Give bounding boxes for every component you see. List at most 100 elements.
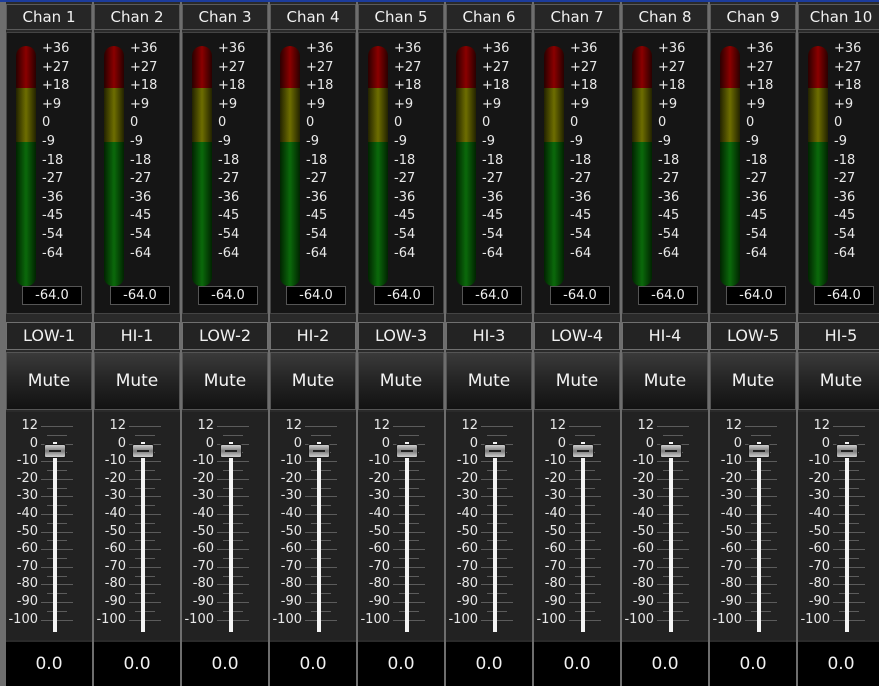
- band-label: LOW-1: [6, 322, 92, 350]
- mute-button[interactable]: Mute: [798, 352, 879, 410]
- fader-minor-tick: [399, 522, 419, 524]
- fader-knob[interactable]: [308, 444, 330, 458]
- fader-knob[interactable]: [220, 444, 242, 458]
- fader-minor-tick: [135, 505, 155, 507]
- meter-scale-label: -54: [658, 227, 680, 242]
- fader-minor-tick: [223, 558, 243, 559]
- fader-knob[interactable]: [572, 444, 594, 458]
- fader-tick: [129, 619, 161, 621]
- fader-minor-tick: [223, 610, 243, 612]
- meter-scale-label: -9: [658, 134, 671, 149]
- fader-scale-label: 0: [29, 435, 38, 451]
- fader-scale-label: -30: [280, 488, 302, 504]
- fader-minor-tick: [751, 593, 771, 595]
- meter-scale-label: +36: [130, 41, 158, 56]
- meter-scale-label: +27: [482, 59, 510, 75]
- fader-scale-label: -90: [720, 594, 742, 609]
- fader-tick: [657, 496, 689, 498]
- fader-tick: [129, 566, 161, 568]
- fader-tick: [393, 478, 425, 480]
- fader-scale-label: -80: [16, 576, 38, 592]
- fader-tick: [41, 531, 73, 533]
- meter-scale-label: +36: [42, 41, 70, 56]
- fader-minor-tick: [135, 593, 155, 595]
- fader-track[interactable]: [669, 442, 673, 632]
- meter-scale-label: -18: [482, 152, 504, 168]
- fader-knob[interactable]: [836, 444, 858, 458]
- fader-track[interactable]: [493, 442, 497, 632]
- band-label: HI-4: [622, 322, 708, 350]
- fader-minor-tick: [47, 505, 67, 507]
- meter-level-readout: -64.0: [550, 286, 610, 305]
- fader-tick: [41, 584, 73, 586]
- fader-track[interactable]: [229, 442, 233, 632]
- meter-scale-label: -45: [306, 208, 328, 224]
- mute-button[interactable]: Mute: [358, 352, 444, 410]
- fader-track[interactable]: [405, 442, 409, 632]
- meter-scale-label: -64: [42, 245, 64, 261]
- fader-knob[interactable]: [132, 444, 154, 458]
- fader-scale-label: -10: [192, 453, 214, 469]
- mute-button[interactable]: Mute: [182, 352, 268, 410]
- fader-track[interactable]: [141, 442, 145, 632]
- fader-tick: [393, 461, 425, 463]
- fader-track[interactable]: [845, 442, 849, 632]
- fader-scale-label: -70: [456, 558, 478, 574]
- mute-button[interactable]: Mute: [710, 352, 796, 410]
- fader-area: 12 0 -10 -20 -30 -40 -50 -60 -70 -80 -90 -100: [182, 412, 268, 640]
- fader-area: 12 0 -10 -20 -30 -40 -50 -60 -70 -80 -90 -100: [358, 412, 444, 640]
- mute-button[interactable]: Mute: [94, 352, 180, 410]
- fader-minor-tick: [663, 558, 683, 559]
- fader-minor-tick: [223, 540, 243, 542]
- fader-knob[interactable]: [44, 444, 66, 458]
- fader-track[interactable]: [581, 442, 585, 632]
- channel-strip: Chan 4 +36 +27 +18 +9 0 -9 -18 -27 -36 -45 -54 -64 -6…: [270, 2, 356, 686]
- fader-tick: [41, 514, 73, 515]
- fader-minor-tick: [47, 593, 67, 595]
- fader-knob[interactable]: [660, 444, 682, 458]
- fader-scale-label: -60: [456, 541, 478, 557]
- fader-scale-label: -20: [456, 470, 478, 486]
- fader-minor-tick: [663, 610, 683, 612]
- meter-scale-label: +9: [746, 96, 766, 112]
- fader-minor-tick: [311, 487, 331, 489]
- fader-minor-tick: [223, 575, 243, 577]
- fader-tick: [745, 514, 777, 515]
- meter-red-zone: [632, 46, 652, 88]
- channel-strip: Chan 3 +36 +27 +18 +9 0 -9 -18 -27 -36 -45 -54 -64 -6…: [182, 2, 268, 686]
- fader-track[interactable]: [317, 442, 321, 632]
- fader-scale-label: -20: [368, 470, 390, 486]
- fader-tick: [129, 584, 161, 586]
- fader-scale-label: 0: [293, 435, 302, 451]
- fader-tick: [745, 426, 777, 427]
- mute-button[interactable]: Mute: [6, 352, 92, 410]
- meter-yellow-zone: [720, 88, 740, 142]
- mute-button[interactable]: Mute: [270, 352, 356, 410]
- meter-scale-label: +18: [42, 78, 70, 94]
- fader-tick: [481, 514, 513, 515]
- fader-knob[interactable]: [396, 444, 418, 458]
- fader-scale-label: -80: [280, 576, 302, 592]
- mute-button[interactable]: Mute: [534, 352, 620, 410]
- meter-red-zone: [16, 46, 36, 88]
- fader-knob[interactable]: [748, 444, 770, 458]
- fader-area: 12 0 -10 -20 -30 -40 -50 -60 -70 -80 -90 -100: [270, 412, 356, 640]
- fader-tick: [393, 426, 425, 427]
- fader-scale-label: -50: [456, 523, 478, 539]
- fader-tick: [41, 461, 73, 463]
- fader-scale-label: -40: [368, 506, 390, 521]
- meter-green-zone: [456, 142, 476, 286]
- mute-button[interactable]: Mute: [446, 352, 532, 410]
- meter-scale-label: +27: [306, 59, 334, 75]
- fader-scale-label: -80: [808, 576, 830, 592]
- fader-track[interactable]: [53, 442, 57, 632]
- gain-readout: 0.0: [710, 642, 796, 686]
- fader-knob[interactable]: [484, 444, 506, 458]
- meter-scale-label: 0: [42, 115, 51, 131]
- fader-minor-tick: [223, 470, 243, 471]
- fader-track[interactable]: [757, 442, 761, 632]
- mute-button[interactable]: Mute: [622, 352, 708, 410]
- fader-minor-tick: [575, 575, 595, 577]
- fader-tick: [129, 514, 161, 515]
- fader-scale-label: -20: [720, 470, 742, 486]
